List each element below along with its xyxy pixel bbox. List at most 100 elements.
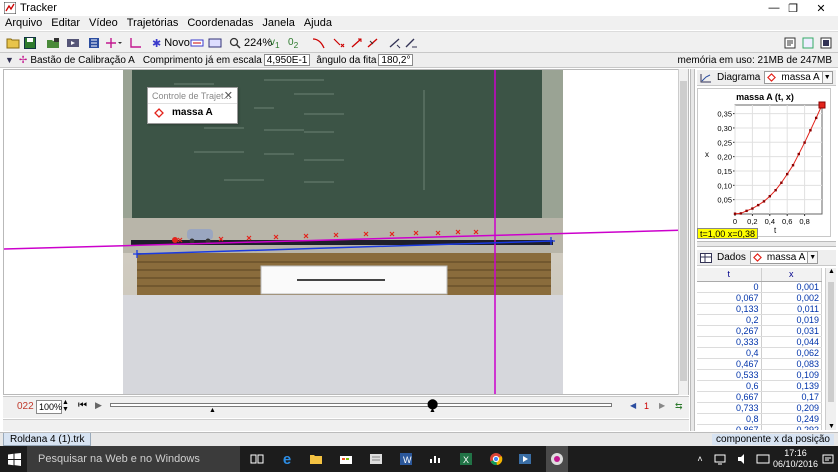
chevron-down-icon[interactable]: ▼ (822, 71, 833, 84)
edge-browser-icon[interactable]: e (279, 451, 295, 468)
cell-x[interactable]: 0,002 (761, 292, 822, 304)
track-control-close-icon[interactable]: ✕ (224, 89, 233, 102)
volume-icon[interactable] (735, 451, 751, 467)
task-view-icon[interactable] (249, 451, 265, 467)
cell-x[interactable]: 0,109 (761, 369, 822, 381)
vector-sum-icon[interactable] (404, 35, 418, 51)
clip-settings-icon[interactable] (66, 35, 80, 51)
video-frame[interactable] (4, 70, 689, 395)
table-row[interactable]: 0,267 0,031 (697, 325, 822, 337)
cell-t[interactable]: 0,067 (697, 292, 762, 304)
store-icon[interactable] (338, 451, 354, 467)
language-icon[interactable] (755, 451, 771, 467)
media-player-icon[interactable] (517, 451, 533, 467)
refresh-icon[interactable] (802, 35, 814, 51)
calibration-dropdown-icon[interactable]: ▼ (5, 55, 14, 65)
cell-t[interactable]: 0,867 (697, 424, 762, 430)
rewind-icon[interactable]: ⏮ (78, 400, 87, 411)
taskbar-clock[interactable]: 17:16 06/10/2016 (773, 448, 818, 470)
menu-editar[interactable]: Editar (46, 17, 84, 29)
table-row[interactable]: 0,067 0,002 (697, 292, 822, 304)
track-control-icon[interactable] (190, 35, 204, 51)
table-scrollbar[interactable]: ▲ ▼ (825, 268, 836, 430)
cell-t[interactable]: 0,6 (697, 380, 762, 392)
zoom-spinner-icon[interactable]: ▲ ▼ (62, 399, 69, 413)
data-table[interactable]: t x 0 0,001 0,067 0,002 0,133 0,011 0,2 0,019 0,… (697, 268, 822, 430)
video-horizontal-scrollbar[interactable] (3, 419, 689, 431)
zoom-button[interactable]: 224% (229, 35, 272, 51)
cell-t[interactable]: 0,267 (697, 325, 762, 337)
chrome-icon[interactable] (488, 451, 504, 467)
menu-janela[interactable]: Janela (257, 17, 298, 29)
acceleration-icon[interactable] (366, 35, 380, 51)
zoom-field[interactable]: 100% (36, 400, 62, 414)
marks-icon[interactable] (332, 35, 346, 51)
cell-t[interactable]: 0,533 (697, 369, 762, 381)
cell-t[interactable]: 0,667 (697, 391, 762, 403)
new-track-button[interactable]: ✱ Novo (152, 35, 190, 51)
autotracker-icon[interactable] (208, 35, 222, 51)
table-row[interactable]: 0,333 0,044 (697, 336, 822, 348)
notifications-icon[interactable] (820, 451, 836, 467)
column-header-x[interactable]: x (761, 268, 822, 282)
cell-x[interactable]: 0,292 (761, 424, 822, 430)
position-trail-icon[interactable]: v1 (270, 35, 280, 51)
open-video-icon[interactable] (46, 35, 60, 51)
help-icon[interactable] (820, 35, 832, 51)
angle-field[interactable]: 180,2° (378, 54, 414, 66)
table-row[interactable]: 0,2 0,019 (697, 314, 822, 326)
cell-t[interactable]: 0 (697, 281, 762, 293)
table-row[interactable]: 0,6 0,139 (697, 380, 822, 392)
cell-t[interactable]: 0,133 (697, 303, 762, 315)
menu-arquivo[interactable]: Arquivo (0, 17, 46, 29)
play-icon[interactable]: ▶ (95, 400, 102, 411)
slider-end-marker-icon[interactable]: ▲ (429, 407, 436, 414)
length-field[interactable]: 4,950E-1 (263, 54, 311, 66)
tape-measure-icon[interactable] (128, 35, 142, 51)
column-header-t[interactable]: t (697, 268, 762, 282)
plot-area[interactable]: massa A (t, x) x t 0,05 0,10 0,15 0,20 0,25 0… (697, 88, 831, 237)
step-back-icon[interactable]: ◀ (630, 401, 636, 410)
excel-icon[interactable]: X (458, 451, 474, 467)
panel-vertical-splitter[interactable] (697, 241, 836, 247)
cell-x[interactable]: 0,083 (761, 358, 822, 370)
cell-t[interactable]: 0,4 (697, 347, 762, 359)
menu-ajuda[interactable]: Ajuda (299, 17, 336, 29)
scroll-up-icon[interactable]: ▲ (828, 268, 835, 275)
notes-icon[interactable] (784, 35, 796, 51)
plot-tab-label[interactable]: Diagrama (717, 72, 760, 83)
cell-x[interactable]: 0,044 (761, 336, 822, 348)
video-vertical-scrollbar[interactable] (678, 69, 688, 395)
track-control-massa-a[interactable]: massa A (148, 104, 237, 118)
cell-x[interactable]: 0,249 (761, 413, 822, 425)
file-explorer-icon[interactable] (308, 451, 324, 467)
cell-x[interactable]: 0,17 (761, 391, 822, 403)
chevron-down-icon[interactable]: ▼ (808, 251, 819, 264)
calendar-app-icon[interactable] (368, 451, 384, 467)
table-row[interactable]: 0,4 0,062 (697, 347, 822, 359)
table-row[interactable]: 0,533 0,109 (697, 369, 822, 381)
word-icon[interactable]: W (398, 451, 414, 467)
close-button[interactable]: ✕ (806, 0, 836, 16)
video-scroll-thumb[interactable] (680, 81, 687, 381)
cell-t[interactable]: 0,733 (697, 402, 762, 414)
cell-x[interactable]: 0,011 (761, 303, 822, 315)
slider-start-marker-icon[interactable]: ▲ (209, 407, 216, 414)
step-size[interactable]: 1 (644, 401, 649, 411)
cell-x[interactable]: 0,139 (761, 380, 822, 392)
plot-track-dropdown[interactable]: massa A (764, 71, 823, 84)
cell-t[interactable]: 0,333 (697, 336, 762, 348)
loop-icon[interactable]: ⇆ (675, 401, 683, 412)
track-control-window[interactable]: Controle de Trajet... ✕ massa A (147, 87, 238, 124)
file-tab[interactable]: Roldana 4 (1).trk (3, 433, 92, 446)
coordinate-axes-icon[interactable] (104, 35, 122, 51)
taskbar-search[interactable]: Pesquisar na Web e no Windows (27, 446, 240, 472)
step-forward-icon[interactable]: ▶ (659, 401, 665, 410)
frame-number[interactable]: 022 (17, 401, 34, 412)
table-row[interactable]: 0,133 0,011 (697, 303, 822, 315)
frame-slider[interactable] (110, 403, 612, 407)
data-table-area[interactable]: t x 0 0,001 0,067 0,002 0,133 0,011 0,2 0,019 0,… (697, 268, 836, 430)
table-tab-label[interactable]: Dados (717, 252, 746, 263)
open-folder-icon[interactable] (6, 35, 20, 51)
table-row[interactable]: 0 0,001 (697, 281, 822, 293)
